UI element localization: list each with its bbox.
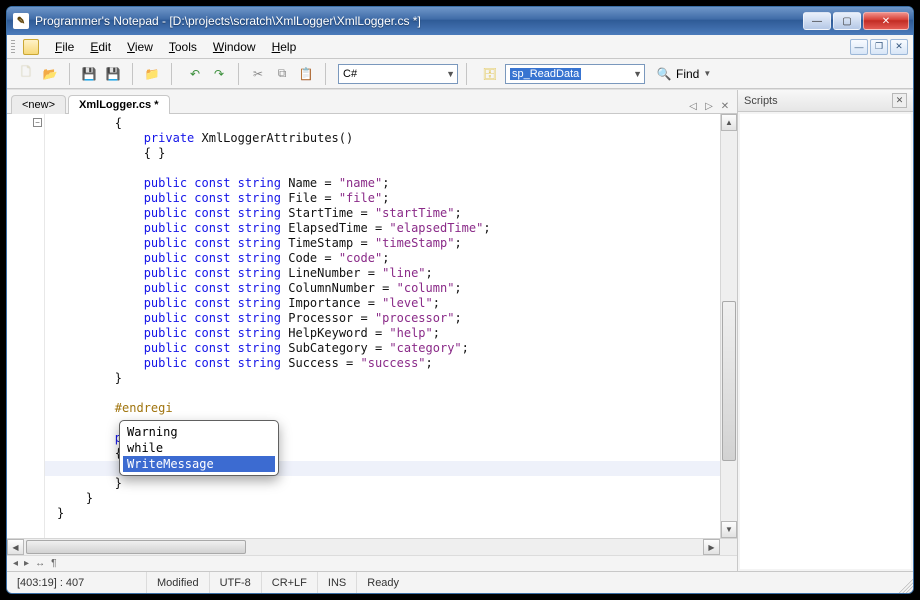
menu-help[interactable]: Help xyxy=(264,35,305,58)
tab-prev-button[interactable]: ◁ xyxy=(686,99,700,113)
paste-icon: 📋 xyxy=(298,66,314,82)
find-combo[interactable]: sp_ReadData ▼ xyxy=(505,64,645,84)
folder-icon: 📁 xyxy=(144,66,160,82)
menubar: File Edit View Tools Window Help — ❐ ✕ xyxy=(7,35,913,59)
app-icon: ✎ xyxy=(13,13,29,29)
copy-button[interactable]: ⧉ xyxy=(271,63,293,85)
new-file-icon: 🗋 xyxy=(18,66,34,82)
cut-icon: ✂ xyxy=(250,66,266,82)
menu-tools[interactable]: Tools xyxy=(161,35,205,58)
status-eol: CR+LF xyxy=(262,572,318,593)
save-all-button[interactable]: 💾 xyxy=(102,63,124,85)
language-combo[interactable]: C# ▼ xyxy=(338,64,458,84)
mdi-minimize-button[interactable]: — xyxy=(850,39,868,55)
editor-area: <new> XmlLogger.cs * ◁ ▷ ✕ − { private X… xyxy=(7,90,737,571)
document-tabs: <new> XmlLogger.cs * ◁ ▷ ✕ xyxy=(7,90,737,114)
close-button[interactable]: ✕ xyxy=(863,12,909,30)
maximize-button[interactable]: ▢ xyxy=(833,12,861,30)
autocomplete-popup[interactable]: WarningwhileWriteMessage xyxy=(119,420,279,476)
notepad-icon[interactable] xyxy=(23,39,39,55)
scroll-thumb[interactable] xyxy=(722,301,736,461)
undo-icon: ↶ xyxy=(187,66,203,82)
mini-wrap-button[interactable]: ↔ xyxy=(35,558,45,569)
app-window: ✎ Programmer's Notepad - [D:\projects\sc… xyxy=(6,6,914,594)
save-icon: 💾 xyxy=(81,66,97,82)
autocomplete-item[interactable]: while xyxy=(123,440,275,456)
menubar-grip[interactable] xyxy=(11,35,19,58)
menu-file[interactable]: File xyxy=(47,35,82,58)
redo-icon: ↷ xyxy=(211,66,227,82)
editor-gutter[interactable]: − xyxy=(7,114,45,538)
undo-button[interactable]: ↶ xyxy=(184,63,206,85)
horizontal-scrollbar[interactable]: ◀ ▶ xyxy=(7,538,737,555)
open-file-icon: 📂 xyxy=(42,66,58,82)
find-button[interactable]: 🔍 Find ▼ xyxy=(649,63,718,85)
chevron-down-icon: ▼ xyxy=(446,69,455,79)
scripts-panel-close-button[interactable]: ✕ xyxy=(892,93,907,108)
cut-button[interactable]: ✂ xyxy=(247,63,269,85)
scripts-panel-body[interactable] xyxy=(740,114,911,569)
scripts-panel-title: Scripts xyxy=(744,95,778,107)
tab-close-button[interactable]: ✕ xyxy=(718,99,732,113)
save-button[interactable]: 💾 xyxy=(78,63,100,85)
statusbar: [403:19] : 407 Modified UTF-8 CR+LF INS … xyxy=(7,571,913,593)
window-title: Programmer's Notepad - [D:\projects\scra… xyxy=(35,14,803,28)
chevron-down-icon: ▼ xyxy=(703,69,711,78)
mdi-restore-button[interactable]: ❐ xyxy=(870,39,888,55)
mdi-close-button[interactable]: ✕ xyxy=(890,39,908,55)
scroll-down-button[interactable]: ▼ xyxy=(721,521,737,538)
autocomplete-item[interactable]: Warning xyxy=(123,424,275,440)
redo-button[interactable]: ↷ xyxy=(208,63,230,85)
open-folder-button[interactable]: 📁 xyxy=(141,63,163,85)
resize-grip[interactable] xyxy=(895,575,913,593)
menu-edit[interactable]: Edit xyxy=(82,35,119,58)
fold-marker[interactable]: − xyxy=(33,118,42,127)
find-button-label: Find xyxy=(676,67,699,81)
menu-window[interactable]: Window xyxy=(205,35,264,58)
scroll-thumb[interactable] xyxy=(26,540,246,554)
db-button[interactable]: 🗄 xyxy=(479,63,501,85)
scroll-left-button[interactable]: ◀ xyxy=(7,539,24,555)
chevron-down-icon: ▼ xyxy=(633,69,642,79)
vertical-scrollbar[interactable]: ▲ ▼ xyxy=(720,114,737,538)
binoculars-icon: 🔍 xyxy=(656,66,672,82)
tab-new[interactable]: <new> xyxy=(11,95,66,114)
tab-xmllogger[interactable]: XmlLogger.cs * xyxy=(68,95,169,114)
autocomplete-item[interactable]: WriteMessage xyxy=(123,456,275,472)
status-ready: Ready xyxy=(357,572,895,593)
tab-next-button[interactable]: ▷ xyxy=(702,99,716,113)
status-encoding: UTF-8 xyxy=(210,572,262,593)
mini-toolbar: ◂ ▸ ↔ ¶ xyxy=(7,555,737,571)
mini-prev-button[interactable]: ◂ xyxy=(13,558,18,569)
scripts-panel: Scripts ✕ xyxy=(737,90,913,571)
language-combo-value: C# xyxy=(343,68,357,80)
mini-para-button[interactable]: ¶ xyxy=(51,558,56,569)
database-icon: 🗄 xyxy=(482,66,498,82)
open-file-button[interactable]: 📂 xyxy=(39,63,61,85)
status-position: [403:19] : 407 xyxy=(7,572,147,593)
save-all-icon: 💾 xyxy=(105,66,121,82)
status-insert-mode: INS xyxy=(318,572,357,593)
menu-view[interactable]: View xyxy=(119,35,161,58)
scroll-right-button[interactable]: ▶ xyxy=(703,539,720,555)
scroll-up-button[interactable]: ▲ xyxy=(721,114,737,131)
titlebar[interactable]: ✎ Programmer's Notepad - [D:\projects\sc… xyxy=(7,7,913,35)
mini-next-button[interactable]: ▸ xyxy=(24,558,29,569)
new-file-button[interactable]: 🗋 xyxy=(15,63,37,85)
paste-button[interactable]: 📋 xyxy=(295,63,317,85)
minimize-button[interactable]: — xyxy=(803,12,831,30)
status-modified: Modified xyxy=(147,572,210,593)
copy-icon: ⧉ xyxy=(274,66,290,82)
toolbar: 🗋 📂 💾 💾 📁 ↶ ↷ ✂ ⧉ 📋 C# ▼ xyxy=(7,59,913,89)
find-combo-value: sp_ReadData xyxy=(510,68,581,80)
